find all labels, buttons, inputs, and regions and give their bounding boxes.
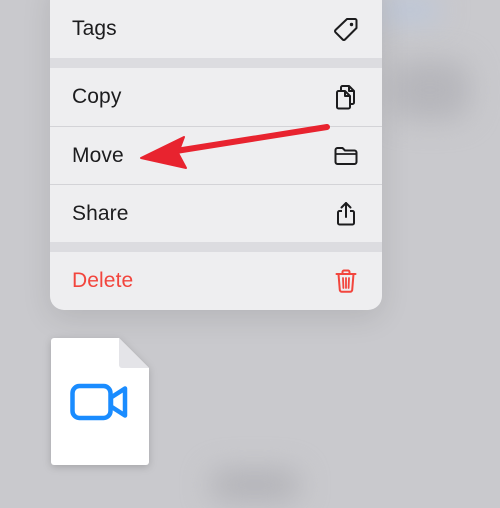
menu-separator [50, 58, 382, 68]
share-icon [332, 200, 360, 228]
blurred-background [390, 60, 470, 120]
video-camera-icon [70, 383, 128, 421]
copy-icon [332, 83, 360, 111]
context-menu: Tags Copy Move Share Delete [50, 0, 382, 310]
menu-item-delete[interactable]: Delete [50, 252, 382, 310]
menu-item-label: Copy [72, 85, 122, 108]
file-thumbnail[interactable] [51, 338, 149, 465]
trash-icon [332, 267, 360, 295]
menu-separator [50, 242, 382, 252]
menu-item-tags[interactable]: Tags [50, 0, 382, 58]
menu-item-label: Move [72, 143, 124, 167]
folder-icon [332, 142, 360, 170]
menu-item-label: Share [72, 201, 129, 225]
tag-icon [332, 15, 360, 43]
menu-item-copy[interactable]: Copy [50, 68, 382, 126]
menu-item-move[interactable]: Move [50, 126, 382, 184]
menu-item-label: Tags [72, 17, 117, 40]
menu-item-label: Delete [72, 269, 134, 292]
blurred-background [380, 0, 440, 20]
menu-item-share[interactable]: Share [50, 184, 382, 242]
blurred-background [210, 470, 300, 500]
